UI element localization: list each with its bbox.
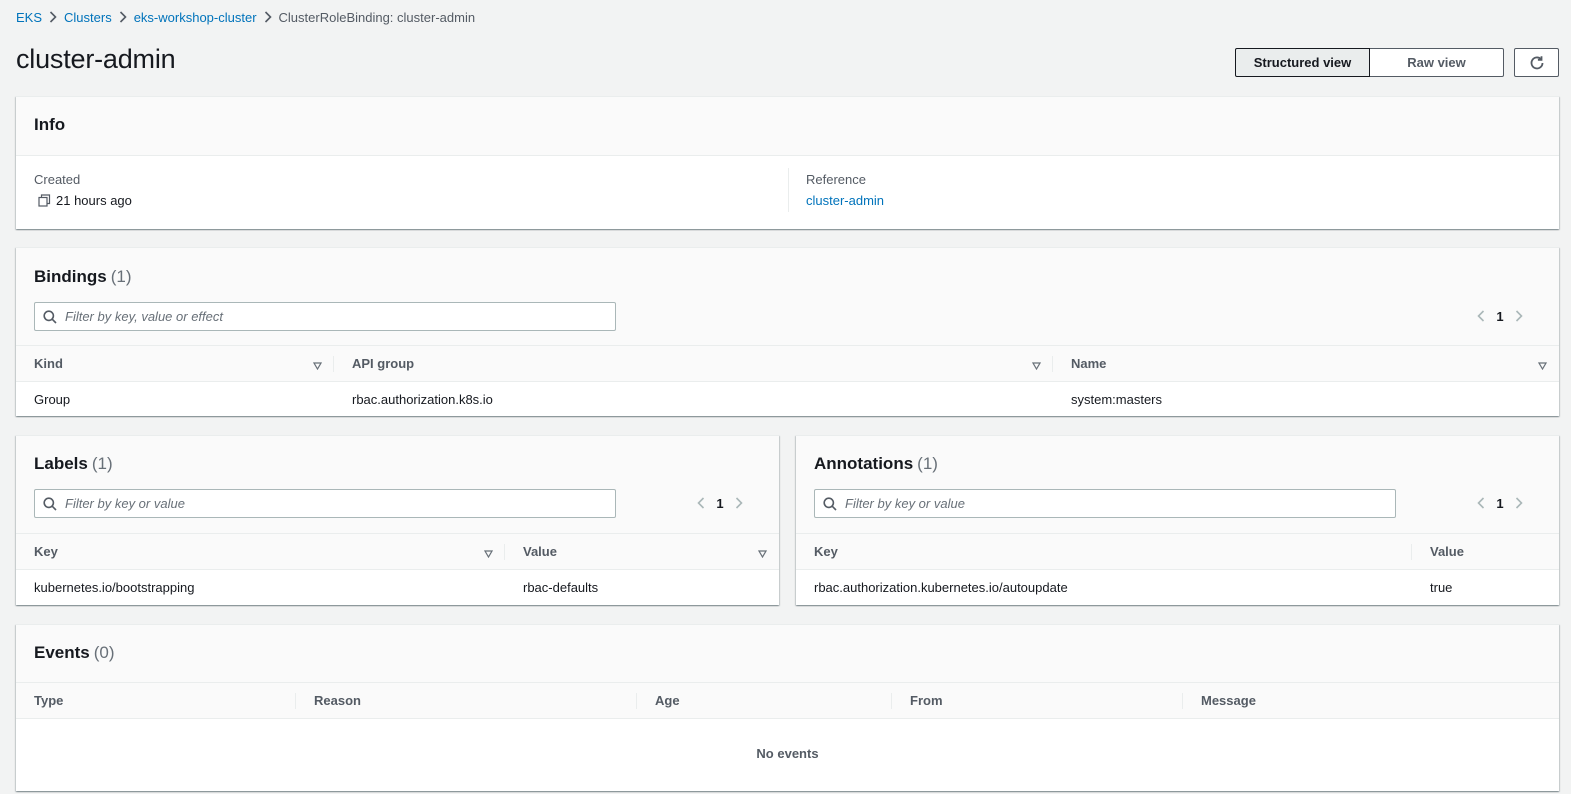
empty-row: No events bbox=[16, 719, 1559, 789]
annotations-count: (1) bbox=[917, 454, 938, 473]
info-panel: Info Created 21 hours ago Reference clus… bbox=[16, 96, 1559, 229]
annotations-panel: Annotations(1) 1 Key Value rbac.authoriz… bbox=[796, 435, 1559, 605]
reference-link[interactable]: cluster-admin bbox=[806, 193, 884, 208]
bindings-title: Bindings (1) bbox=[34, 267, 132, 287]
column-header-api-group[interactable]: API group bbox=[334, 345, 1053, 382]
annotations-panel-header: Annotations(1) 1 bbox=[796, 436, 1559, 533]
events-title-text: Events bbox=[34, 643, 90, 662]
bindings-pagination: 1 bbox=[1470, 306, 1530, 326]
table-cell: system:masters bbox=[1071, 392, 1163, 408]
breadcrumb-link-eks[interactable]: EKS bbox=[16, 10, 42, 25]
bindings-search-input[interactable] bbox=[65, 309, 580, 324]
column-header-message[interactable]: Message bbox=[1183, 682, 1559, 719]
info-body: Created 21 hours ago Reference cluster-a… bbox=[16, 156, 1559, 229]
copy-icon[interactable] bbox=[38, 194, 51, 207]
info-panel-header: Info bbox=[16, 97, 1559, 156]
labels-page-number[interactable]: 1 bbox=[712, 496, 728, 511]
events-title: Events (0) bbox=[34, 643, 115, 663]
search-icon bbox=[823, 496, 837, 511]
annotations-title-text: Annotations bbox=[814, 454, 914, 473]
page-title: cluster-admin bbox=[16, 44, 176, 74]
events-panel-header: Events (0) bbox=[16, 625, 1559, 682]
labels-title-text: Labels bbox=[34, 454, 88, 473]
labels-search-input[interactable] bbox=[65, 496, 580, 511]
structured-view-button[interactable]: Structured view bbox=[1235, 48, 1370, 77]
previous-page-icon[interactable] bbox=[1470, 497, 1492, 509]
column-header-key[interactable]: Key bbox=[16, 533, 505, 570]
labels-pagination: 1 bbox=[690, 493, 750, 513]
sort-icon[interactable] bbox=[312, 358, 323, 373]
table-row: rbac.authorization.kubernetes.io/autoupd… bbox=[796, 570, 1559, 606]
column-header-age[interactable]: Age bbox=[637, 682, 892, 719]
column-header-from[interactable]: From bbox=[892, 682, 1183, 719]
sort-icon[interactable] bbox=[1537, 358, 1548, 373]
info-divider bbox=[788, 168, 789, 212]
raw-view-button[interactable]: Raw view bbox=[1370, 48, 1504, 77]
table-cell: kubernetes.io/bootstrapping bbox=[34, 580, 195, 596]
bindings-title-text: Bindings bbox=[34, 267, 107, 286]
search-icon bbox=[43, 496, 57, 511]
table-row: kubernetes.io/bootstrapping rbac-default… bbox=[16, 570, 779, 606]
chevron-right-icon bbox=[42, 11, 64, 23]
next-page-icon[interactable] bbox=[1508, 497, 1530, 509]
labels-table: Key Value kubernetes.io/bootstrapping rb… bbox=[16, 533, 779, 606]
sort-icon[interactable] bbox=[483, 546, 494, 561]
sort-icon[interactable] bbox=[1031, 358, 1042, 373]
info-title: Info bbox=[34, 115, 66, 134]
column-header-value[interactable]: Value bbox=[1412, 533, 1559, 570]
column-header-type[interactable]: Type bbox=[16, 682, 296, 719]
bindings-table: Kind API group Name Group rbac.authoriza… bbox=[16, 345, 1559, 418]
events-panel: Events (0) Type Reason Age From Message N… bbox=[16, 624, 1559, 791]
breadcrumb-link-clusters[interactable]: Clusters bbox=[64, 10, 112, 25]
empty-state-text: No events bbox=[756, 746, 819, 762]
previous-page-icon[interactable] bbox=[690, 497, 712, 509]
column-header-reason[interactable]: Reason bbox=[296, 682, 637, 719]
column-header-name[interactable]: Name bbox=[1053, 345, 1559, 382]
refresh-button[interactable] bbox=[1514, 48, 1559, 77]
table-cell: true bbox=[1430, 580, 1453, 596]
annotations-table: Key Value rbac.authorization.kubernetes.… bbox=[796, 533, 1559, 606]
table-cell: rbac.authorization.k8s.io bbox=[352, 392, 493, 408]
created-label: Created bbox=[34, 172, 81, 187]
next-page-icon[interactable] bbox=[1508, 310, 1530, 322]
table-cell: rbac-defaults bbox=[523, 580, 599, 596]
breadcrumb-link-cluster[interactable]: eks-workshop-cluster bbox=[134, 10, 257, 25]
annotations-page-number[interactable]: 1 bbox=[1492, 496, 1508, 511]
column-header-value[interactable]: Value bbox=[505, 533, 779, 570]
labels-panel-header: Labels(1) 1 bbox=[16, 436, 779, 533]
table-cell: Group bbox=[34, 392, 71, 408]
chevron-right-icon bbox=[112, 11, 134, 23]
bindings-search[interactable] bbox=[34, 302, 616, 331]
bindings-count: (1) bbox=[110, 267, 132, 286]
column-header-key[interactable]: Key bbox=[796, 533, 1412, 570]
refresh-icon bbox=[1529, 55, 1545, 71]
chevron-right-icon bbox=[257, 11, 279, 23]
annotations-pagination: 1 bbox=[1470, 493, 1530, 513]
table-cell: rbac.authorization.kubernetes.io/autoupd… bbox=[814, 580, 1068, 596]
breadcrumb-current: ClusterRoleBinding: cluster-admin bbox=[278, 9, 476, 25]
breadcrumb: EKS Clusters eks-workshop-cluster Cluste… bbox=[16, 9, 475, 25]
annotations-title: Annotations (1) bbox=[814, 454, 938, 474]
labels-title: Labels (1) bbox=[34, 454, 113, 474]
annotations-search[interactable] bbox=[814, 489, 1396, 518]
view-toggle: Structured view Raw view bbox=[1235, 48, 1504, 77]
reference-label: Reference bbox=[806, 172, 866, 187]
events-table: Type Reason Age From Message No events bbox=[16, 682, 1559, 789]
column-header-kind[interactable]: Kind bbox=[16, 345, 334, 382]
bindings-page-number[interactable]: 1 bbox=[1492, 309, 1508, 324]
labels-search[interactable] bbox=[34, 489, 616, 518]
labels-count: (1) bbox=[91, 454, 113, 473]
bindings-panel: Bindings(1) 1 Kind API group Name Group … bbox=[16, 247, 1559, 416]
previous-page-icon[interactable] bbox=[1470, 310, 1492, 322]
bindings-panel-header: Bindings(1) 1 bbox=[16, 248, 1559, 345]
sort-icon[interactable] bbox=[757, 546, 768, 561]
next-page-icon[interactable] bbox=[728, 497, 750, 509]
table-row: Group rbac.authorization.k8s.io system:m… bbox=[16, 382, 1559, 418]
labels-panel: Labels(1) 1 Key Value kubernetes.io/boot… bbox=[16, 435, 779, 605]
events-count: (0) bbox=[93, 643, 115, 662]
created-value-row: 21 hours ago bbox=[38, 193, 132, 208]
created-value: 21 hours ago bbox=[56, 193, 132, 208]
search-icon bbox=[43, 309, 57, 324]
annotations-search-input[interactable] bbox=[845, 496, 1360, 511]
